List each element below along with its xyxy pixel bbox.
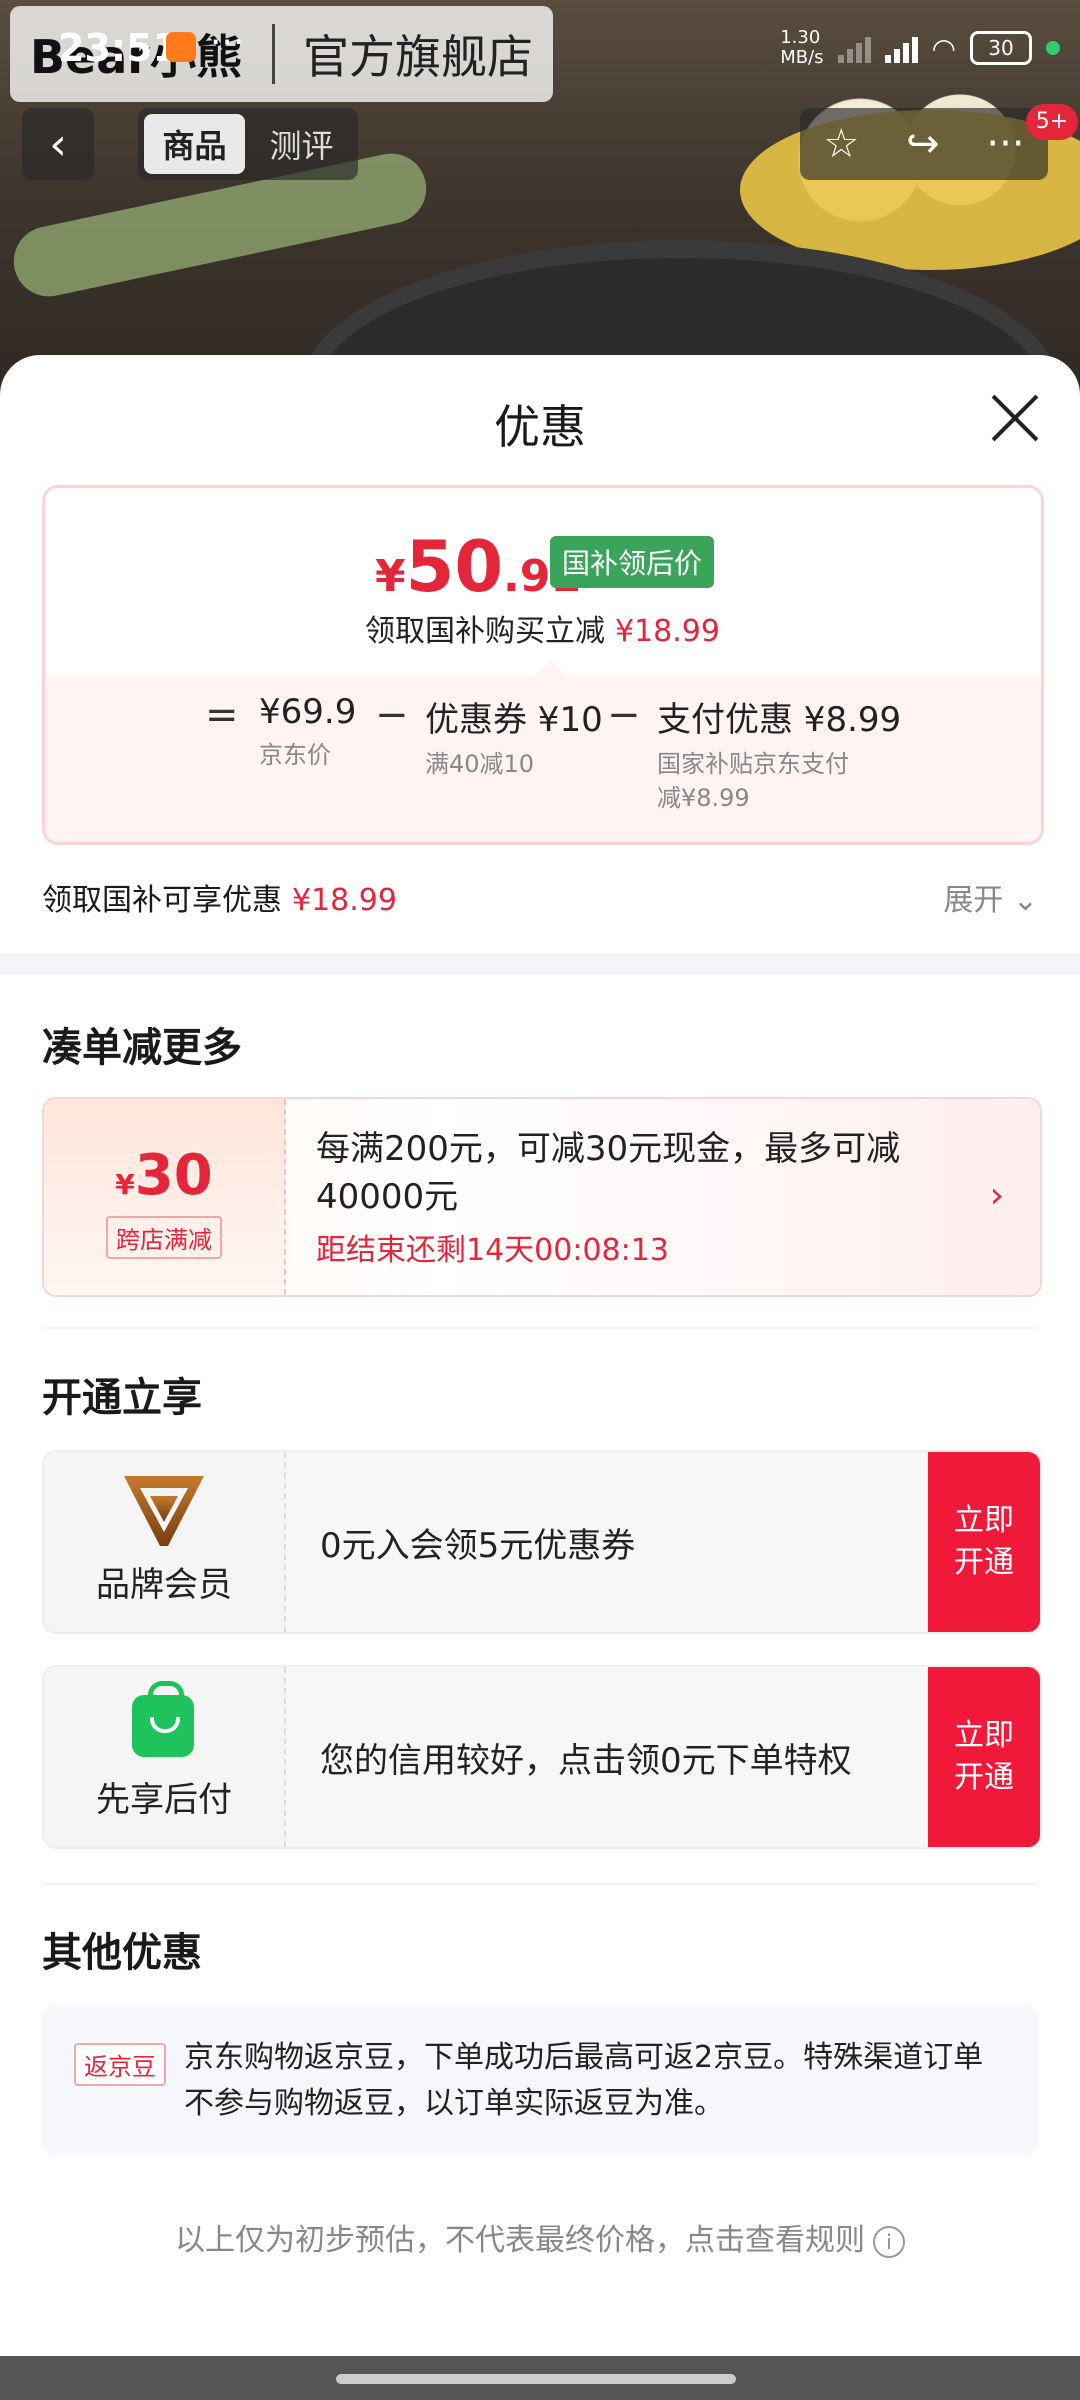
pay-later-card: 先享后付 您的信用较好，点击领0元下单特权 立即开通 [42,1665,1042,1849]
promo-description: 每满200元，可减30元现金，最多可减40000元 [316,1129,901,1217]
price-breakdown: = ¥69.9 京东价 − 优惠券 ¥10 满40减10 − 支付优惠 ¥8.9… [45,676,1041,842]
brand-member-card: 品牌会员 0元入会领5元优惠券 立即开通 [42,1450,1042,1634]
close-icon[interactable] [990,393,1040,443]
tab-product[interactable]: 商品 [144,114,245,174]
privacy-indicator-icon [1046,41,1060,55]
divider [42,1883,1038,1885]
favorite-star-icon[interactable]: ☆ [823,121,859,167]
screen-record-icon [166,32,196,62]
wifi-icon: ◠ [931,31,956,65]
status-time: 23:51 [58,26,179,70]
divider [42,1327,1038,1329]
section-title-membership: 开通立享 [42,1375,202,1421]
footer-text: 以上仅为初步预估，不代表最终价格，点击查看规则 [175,2223,865,2258]
battery-icon: 30 [970,31,1032,65]
discount-sheet: 优惠 ¥50.91 国补领后价 领取国补购买立减 ¥18.99 = ¥69.9 京… [0,355,1080,2400]
home-gesture-bar[interactable] [336,2374,736,2384]
jd-price: ¥69.9 京东价 [259,692,357,769]
equals-sign: = [205,692,239,738]
brand-member-text: 0元入会领5元优惠券 [320,1525,636,1566]
jd-beans-tag: 返京豆 [74,2043,166,2086]
chevron-left-icon: ‹ [49,118,67,170]
back-button[interactable]: ‹ [22,108,94,180]
promo-tag: 跨店满减 [106,1216,222,1259]
pay-later-label: 先享后付 [96,1780,232,1820]
shopping-bag-icon [132,1681,194,1757]
activate-now-button[interactable]: 立即开通 [928,1667,1040,1847]
sheet-title: 优惠 [494,400,586,454]
minus-sign: − [375,692,409,738]
jd-beans-card: 返京豆 京东购物返京豆，下单成功后最高可返2京豆。特殊渠道订单不参与购物返豆，以… [42,2005,1038,2155]
status-bar: 23:51 ··· 1.30 MB/s ◠ 30 [0,0,1080,100]
section-divider [0,953,1080,975]
subsidy-row-amount: ¥18.99 [292,883,397,918]
tab-bar: 商品 测评 [138,108,358,180]
subsidy-subline: 领取国补购买立减 ¥18.99 [365,614,720,649]
pay-later-text: 您的信用较好，点击领0元下单特权 [320,1740,852,1781]
subsidy-row-label: 领取国补可享优惠 [42,883,282,918]
share-icon[interactable]: ↪ [906,121,940,167]
promo-countdown: 距结束还剩14天00:08:13 [316,1233,669,1268]
payment-discount: 支付优惠 ¥8.99 国家补贴京东支付 减¥8.99 [657,700,902,812]
section-title-bundle: 凑单减更多 [42,1025,242,1071]
info-icon[interactable]: i [873,2225,905,2258]
section-title-other: 其他优惠 [42,1930,202,1976]
rules-footer[interactable]: 以上仅为初步预估，不代表最终价格，点击查看规则 i [0,2215,1080,2259]
subsidy-price-tag: 国补领后价 [550,536,715,588]
brand-member-v-icon [124,1476,204,1546]
join-now-button[interactable]: 立即开通 [928,1452,1040,1632]
top-nav: ‹ 商品 测评 ☆ ↪ ··· [0,108,1080,180]
network-speed: 1.30 MB/s [780,27,824,68]
brand-member-label: 品牌会员 [96,1565,232,1605]
subsidy-row[interactable]: 领取国补可享优惠 ¥18.99 展开 ⌄ [42,875,1038,919]
minus-sign: − [607,692,641,738]
promo-amount: ¥30 [115,1143,213,1208]
coupon-discount: 优惠券 ¥10 满40减10 [425,700,603,778]
cross-store-promo-card[interactable]: ¥30 跨店满减 每满200元，可减30元现金，最多可减40000元 距结束还剩… [42,1097,1042,1297]
action-group: ☆ ↪ ··· [800,108,1048,180]
chevron-right-icon: › [989,1175,1004,1216]
signal-icon [837,33,871,63]
expand-button[interactable]: 展开 ⌄ [943,875,1038,919]
more-notifications-icon: ··· [210,22,245,63]
system-nav-bar [0,2356,1080,2400]
more-menu-icon[interactable]: ··· [986,121,1024,167]
price-summary-card: ¥50.91 国补领后价 领取国补购买立减 ¥18.99 = ¥69.9 京东价 … [42,485,1044,845]
jd-beans-text: 京东购物返京豆，下单成功后最高可返2京豆。特殊渠道订单不参与购物返豆，以订单实际… [184,2040,984,2121]
signal-hd-icon [884,33,918,63]
tab-reviews[interactable]: 测评 [251,114,352,174]
message-count-badge: 5+ [1026,104,1078,140]
